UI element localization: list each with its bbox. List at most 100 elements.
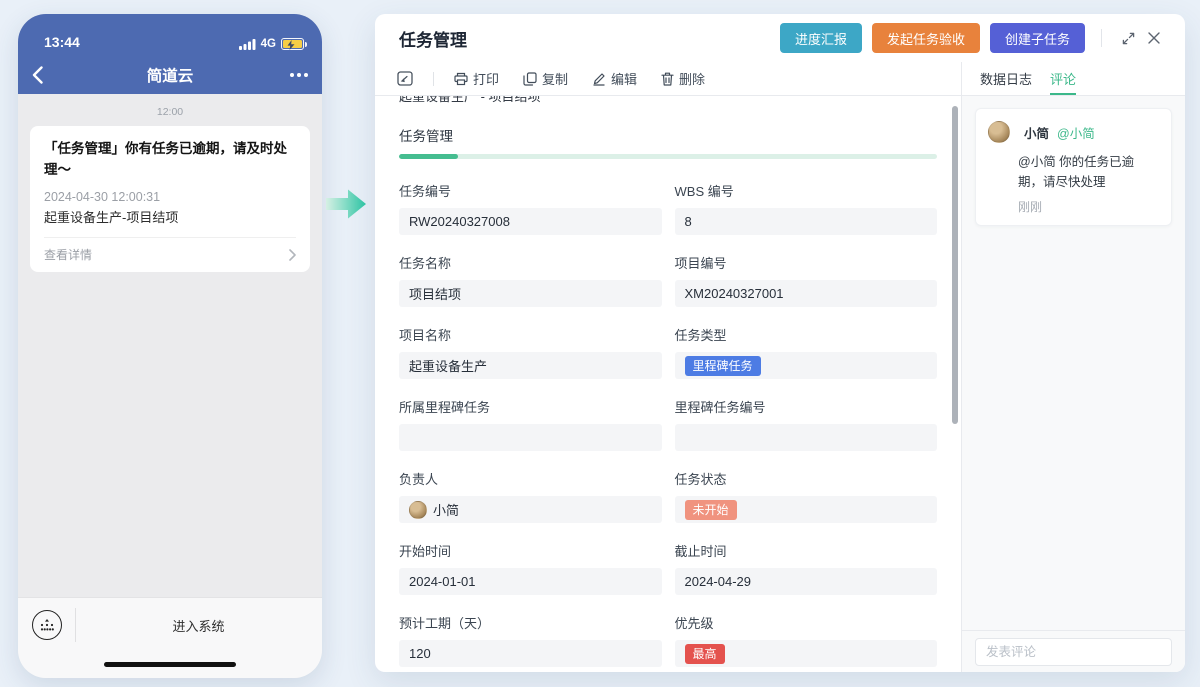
enter-system-button[interactable]: 进入系统 [75, 598, 322, 652]
field-label: 任务类型 [675, 325, 938, 344]
print-button[interactable]: 打印 [454, 69, 499, 88]
status-badge: 最高 [685, 644, 725, 664]
close-icon[interactable] [1141, 25, 1167, 51]
field-value-box[interactable]: 8 [675, 208, 938, 235]
print-label: 打印 [473, 69, 499, 88]
copy-button[interactable]: 复制 [523, 69, 568, 88]
field-value-box[interactable]: 项目结项 [399, 280, 662, 307]
field-value-box[interactable]: 起重设备生产 [399, 352, 662, 379]
tab-data-log[interactable]: 数据日志 [980, 62, 1032, 95]
expand-icon[interactable] [1115, 25, 1141, 51]
form-field: 所属里程碑任务 [399, 397, 662, 451]
field-label: 截止时间 [675, 541, 938, 560]
field-value-box[interactable]: 未开始 [675, 496, 938, 523]
form-field: 项目名称起重设备生产 [399, 325, 662, 379]
tab-comments[interactable]: 评论 [1050, 62, 1076, 95]
commenter-avatar [988, 121, 1010, 143]
status-time: 13:44 [44, 34, 80, 50]
section-progress-fill [399, 154, 458, 159]
trash-icon [661, 72, 674, 86]
field-value-box[interactable]: XM20240327001 [675, 280, 938, 307]
form-field: 任务编号RW20240327008 [399, 181, 662, 235]
section-progress-bar [399, 154, 937, 159]
form-field: 负责人小简 [399, 469, 662, 523]
toolbar-divider [433, 72, 434, 86]
signal-icon [239, 39, 256, 50]
field-value-box[interactable]: 2024-04-29 [675, 568, 938, 595]
status-indicators: 4G [239, 38, 304, 50]
field-value-box[interactable] [675, 424, 938, 451]
field-label: WBS 编号 [675, 181, 938, 200]
form-field: 优先级最高 [675, 613, 938, 667]
field-label: 里程碑任务编号 [675, 397, 938, 416]
form-field: 项目编号XM20240327001 [675, 253, 938, 307]
field-value-box[interactable] [399, 424, 662, 451]
back-icon[interactable] [32, 66, 43, 84]
more-menu-icon[interactable] [290, 73, 308, 77]
printer-icon [454, 72, 468, 86]
comment-input-bar [962, 630, 1185, 672]
form-field: 任务名称项目结项 [399, 253, 662, 307]
sidebar-tabs: 数据日志 评论 [962, 62, 1185, 96]
field-value-box[interactable]: 最高 [675, 640, 938, 667]
phone-nav-bar: 简道云 [18, 56, 322, 94]
header-button-1[interactable]: 发起任务验收 [872, 23, 980, 53]
notification-datetime: 2024-04-30 12:00:31 [44, 190, 296, 204]
comments-list: 小简 @小简 @小简 你的任务已逾期，请尽快处理 刚刚 [962, 96, 1185, 630]
field-label: 任务状态 [675, 469, 938, 488]
comment-item: 小简 @小简 @小简 你的任务已逾期，请尽快处理 刚刚 [975, 108, 1172, 226]
commenter-name: 小简 [1024, 123, 1049, 142]
comment-body: @小简 你的任务已逾期，请尽快处理 [1018, 152, 1159, 192]
notification-title: 「任务管理」你有任务已逾期，请及时处理～ [44, 139, 296, 181]
field-value-box[interactable]: 小简 [399, 496, 662, 523]
battery-charging-icon [281, 38, 304, 50]
field-label: 所属里程碑任务 [399, 397, 662, 416]
flow-arrow-icon [324, 184, 368, 224]
chevron-right-icon [289, 249, 296, 261]
copy-icon [523, 72, 537, 86]
form-field: 开始时间 2024-01-01 [399, 541, 662, 595]
status-badge: 未开始 [685, 500, 737, 520]
view-details-row[interactable]: 查看详情 [44, 238, 296, 272]
home-indicator[interactable] [104, 662, 236, 667]
form-field: 预计工期（天） 120 [399, 613, 662, 667]
field-label: 任务名称 [399, 253, 662, 272]
comment-input[interactable] [975, 638, 1172, 666]
keyboard-toggle-icon[interactable] [32, 610, 62, 640]
phone-mockup: 13:44 4G 简道云 [18, 14, 322, 678]
form-scroll-area: 起重设备生产 - 项目结项 任务管理 任务编号RW20240327008WBS … [375, 96, 961, 672]
field-value-box[interactable]: RW20240327008 [399, 208, 662, 235]
form-column: 打印 复制 编辑 [375, 62, 962, 672]
panel-title: 任务管理 [399, 26, 770, 51]
scrollbar-thumb[interactable] [952, 106, 958, 424]
field-value-box[interactable]: 里程碑任务 [675, 352, 938, 379]
edit-pencil-icon [592, 72, 606, 86]
charging-bolt-icon [287, 40, 295, 50]
status-badge: 里程碑任务 [685, 356, 761, 376]
comment-header: 小简 @小简 [988, 121, 1159, 143]
form-field: 任务类型里程碑任务 [675, 325, 938, 379]
header-button-2[interactable]: 创建子任务 [990, 23, 1085, 53]
panel-body: 打印 复制 编辑 [375, 62, 1185, 672]
phone-bottom-bar: 进入系统 [18, 597, 322, 678]
edit-button[interactable]: 编辑 [592, 69, 637, 88]
view-details-link: 查看详情 [44, 246, 92, 263]
task-detail-panel: 任务管理 进度汇报发起任务验收创建子任务 [375, 14, 1185, 672]
field-label: 开始时间 [399, 541, 662, 560]
delete-button[interactable]: 删除 [661, 69, 705, 88]
field-value-box[interactable]: 2024-01-01 [399, 568, 662, 595]
field-label: 项目名称 [399, 325, 662, 344]
header-button-0[interactable]: 进度汇报 [780, 23, 862, 53]
comment-time: 刚刚 [1018, 198, 1159, 215]
field-label: 预计工期（天） [399, 613, 662, 632]
avatar [409, 501, 427, 519]
field-value-box[interactable]: 120 [399, 640, 662, 667]
copy-label: 复制 [542, 69, 568, 88]
comment-mention[interactable]: @小简 [1057, 123, 1095, 142]
form-sheet-icon[interactable] [397, 71, 413, 86]
notification-subject: 起重设备生产-项目结项 [44, 207, 296, 226]
form-field: 里程碑任务编号 [675, 397, 938, 451]
network-label: 4G [261, 38, 276, 50]
form-field: 截止时间 2024-04-29 [675, 541, 938, 595]
notification-card[interactable]: 「任务管理」你有任务已逾期，请及时处理～ 2024-04-30 12:00:31… [30, 126, 310, 272]
